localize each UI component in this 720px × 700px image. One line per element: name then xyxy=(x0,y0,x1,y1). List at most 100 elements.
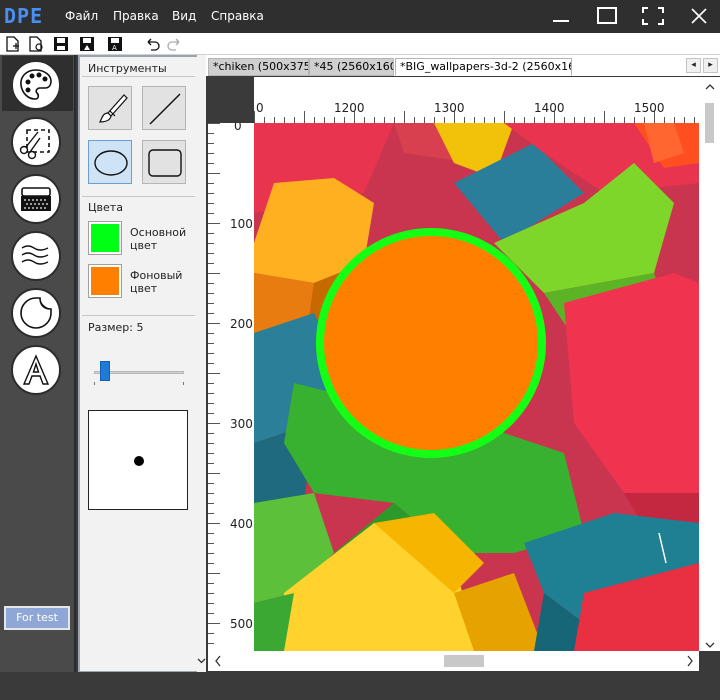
ruler-label-v: 400 xyxy=(230,517,253,531)
maximize-button[interactable] xyxy=(592,4,622,28)
ruler-label-h: 1200 xyxy=(334,101,365,115)
size-slider-thumb[interactable] xyxy=(100,361,110,381)
vertical-scrollbar[interactable] xyxy=(699,77,720,651)
fullscreen-button[interactable] xyxy=(638,4,668,28)
open-file-icon[interactable] xyxy=(27,35,45,53)
brush-icon xyxy=(99,94,128,123)
app-logo: DPE xyxy=(4,4,44,28)
toolbar: A xyxy=(0,33,720,55)
horizontal-ruler-ticks xyxy=(254,111,695,123)
vertical-scrollbar-thumb[interactable] xyxy=(705,103,714,143)
title-bar: DPE Файл Правка Вид Справка xyxy=(0,0,720,33)
divider xyxy=(82,315,195,316)
tool-sticker[interactable] xyxy=(11,288,61,338)
document-tab-bar: *chiken (500x375) *45 (2560x1600) *BIG_w… xyxy=(206,55,720,76)
secondary-color-swatch[interactable] xyxy=(88,264,122,298)
panel-scrollbar[interactable] xyxy=(197,55,206,672)
fortest-button[interactable]: For test xyxy=(4,606,70,630)
wallpaper-image xyxy=(254,123,699,651)
tool-waves[interactable] xyxy=(11,231,61,281)
tool-text[interactable] xyxy=(11,345,61,395)
sticker-icon xyxy=(20,297,52,329)
vertical-ruler: 0 100 200 300 400 500 xyxy=(208,123,254,651)
ruler-label-h: 0 xyxy=(256,101,264,115)
vertical-ruler-ticks xyxy=(208,123,220,644)
tool-palette[interactable] xyxy=(11,60,61,110)
ruler-label-h: 1300 xyxy=(434,101,465,115)
text-icon xyxy=(22,354,50,385)
divider xyxy=(82,76,195,77)
horizontal-scrollbar[interactable] xyxy=(208,651,699,671)
horizontal-ruler: 0 1200 1300 1400 1500 xyxy=(254,77,699,123)
ruler-label-v: 100 xyxy=(230,217,253,231)
tools-panel-content: Инструменты Цвета Основной цвет Фоновый … xyxy=(80,57,197,671)
ruler-label-h: 1400 xyxy=(534,101,565,115)
save-all-icon[interactable]: A xyxy=(106,35,124,53)
primary-color-fill xyxy=(91,224,119,252)
tool-crop[interactable] xyxy=(11,117,61,167)
colors-heading: Цвета xyxy=(88,201,123,214)
tab-chiken[interactable]: *chiken (500x375) xyxy=(208,58,309,76)
slider-tick xyxy=(183,382,184,385)
ruler-label-v: 300 xyxy=(230,417,253,431)
status-bar xyxy=(0,672,720,700)
save-as-icon[interactable] xyxy=(78,35,96,53)
tab-scroll-left-icon[interactable]: ◂ xyxy=(686,58,701,73)
undo-icon[interactable] xyxy=(143,35,161,53)
ellipse-tool-button[interactable] xyxy=(88,140,132,184)
ellipse-icon xyxy=(94,150,128,176)
minimize-button[interactable] xyxy=(546,4,576,28)
palette-icon xyxy=(20,69,52,100)
line-icon xyxy=(149,93,181,125)
redo-icon[interactable] xyxy=(166,35,184,53)
tab-45[interactable]: *45 (2560x1600) xyxy=(309,58,394,76)
scroll-up-icon[interactable] xyxy=(705,81,715,94)
primary-color-label: Основной цвет xyxy=(130,226,187,252)
save-icon[interactable] xyxy=(52,35,70,53)
ruler-label-v: 200 xyxy=(230,317,253,331)
tool-fill[interactable] xyxy=(11,174,61,224)
menu-view[interactable]: Вид xyxy=(172,9,196,23)
image-canvas[interactable] xyxy=(254,123,699,651)
ruler-label-v: 500 xyxy=(230,617,253,631)
brush-tool-button[interactable] xyxy=(88,86,132,130)
tools-panel: Инструменты Цвета Основной цвет Фоновый … xyxy=(78,55,206,672)
ruler-label-v: 0 xyxy=(234,123,242,133)
scroll-down-icon[interactable] xyxy=(705,639,715,652)
waves-icon xyxy=(21,245,49,265)
new-file-icon[interactable] xyxy=(4,35,22,53)
brush-preview xyxy=(88,410,188,510)
close-button[interactable] xyxy=(684,4,714,28)
tab-big-wallpapers[interactable]: *BIG_wallpapers-3d-2 (2560x1600) xyxy=(395,58,572,76)
menu-file[interactable]: Файл xyxy=(65,9,98,23)
left-tool-strip: For test xyxy=(0,55,76,672)
close-icon xyxy=(691,8,707,24)
divider xyxy=(82,196,195,197)
rectangle-icon xyxy=(148,149,182,177)
menu-help[interactable]: Справка xyxy=(211,9,264,23)
line-tool-button[interactable] xyxy=(142,86,186,130)
crop-cut-icon xyxy=(19,129,50,160)
fill-icon xyxy=(21,187,51,211)
menu-edit[interactable]: Правка xyxy=(113,9,159,23)
brush-preview-dot xyxy=(134,456,144,466)
ruler-label-h: 1500 xyxy=(634,101,665,115)
tab-scroll-right-icon[interactable]: ▸ xyxy=(703,58,718,73)
chevron-down-icon[interactable] xyxy=(197,656,206,668)
scroll-left-icon[interactable] xyxy=(214,655,222,670)
ruler-corner xyxy=(208,77,254,123)
secondary-color-fill xyxy=(91,267,119,295)
tools-heading: Инструменты xyxy=(88,62,167,75)
svg-text:A: A xyxy=(112,44,117,52)
minimize-icon xyxy=(553,20,569,22)
canvas-area: 0 1200 1300 1400 1500 0 100 200 300 400 … xyxy=(208,77,699,651)
primary-color-swatch[interactable] xyxy=(88,221,122,255)
maximize-icon xyxy=(597,7,617,24)
slider-tick xyxy=(94,382,95,385)
scroll-right-icon[interactable] xyxy=(686,655,694,670)
rectangle-tool-button[interactable] xyxy=(142,140,186,184)
secondary-color-label: Фоновый цвет xyxy=(130,269,183,295)
size-label: Размер: 5 xyxy=(88,321,144,334)
horizontal-scrollbar-thumb[interactable] xyxy=(444,655,484,667)
fullscreen-icon xyxy=(642,7,664,25)
